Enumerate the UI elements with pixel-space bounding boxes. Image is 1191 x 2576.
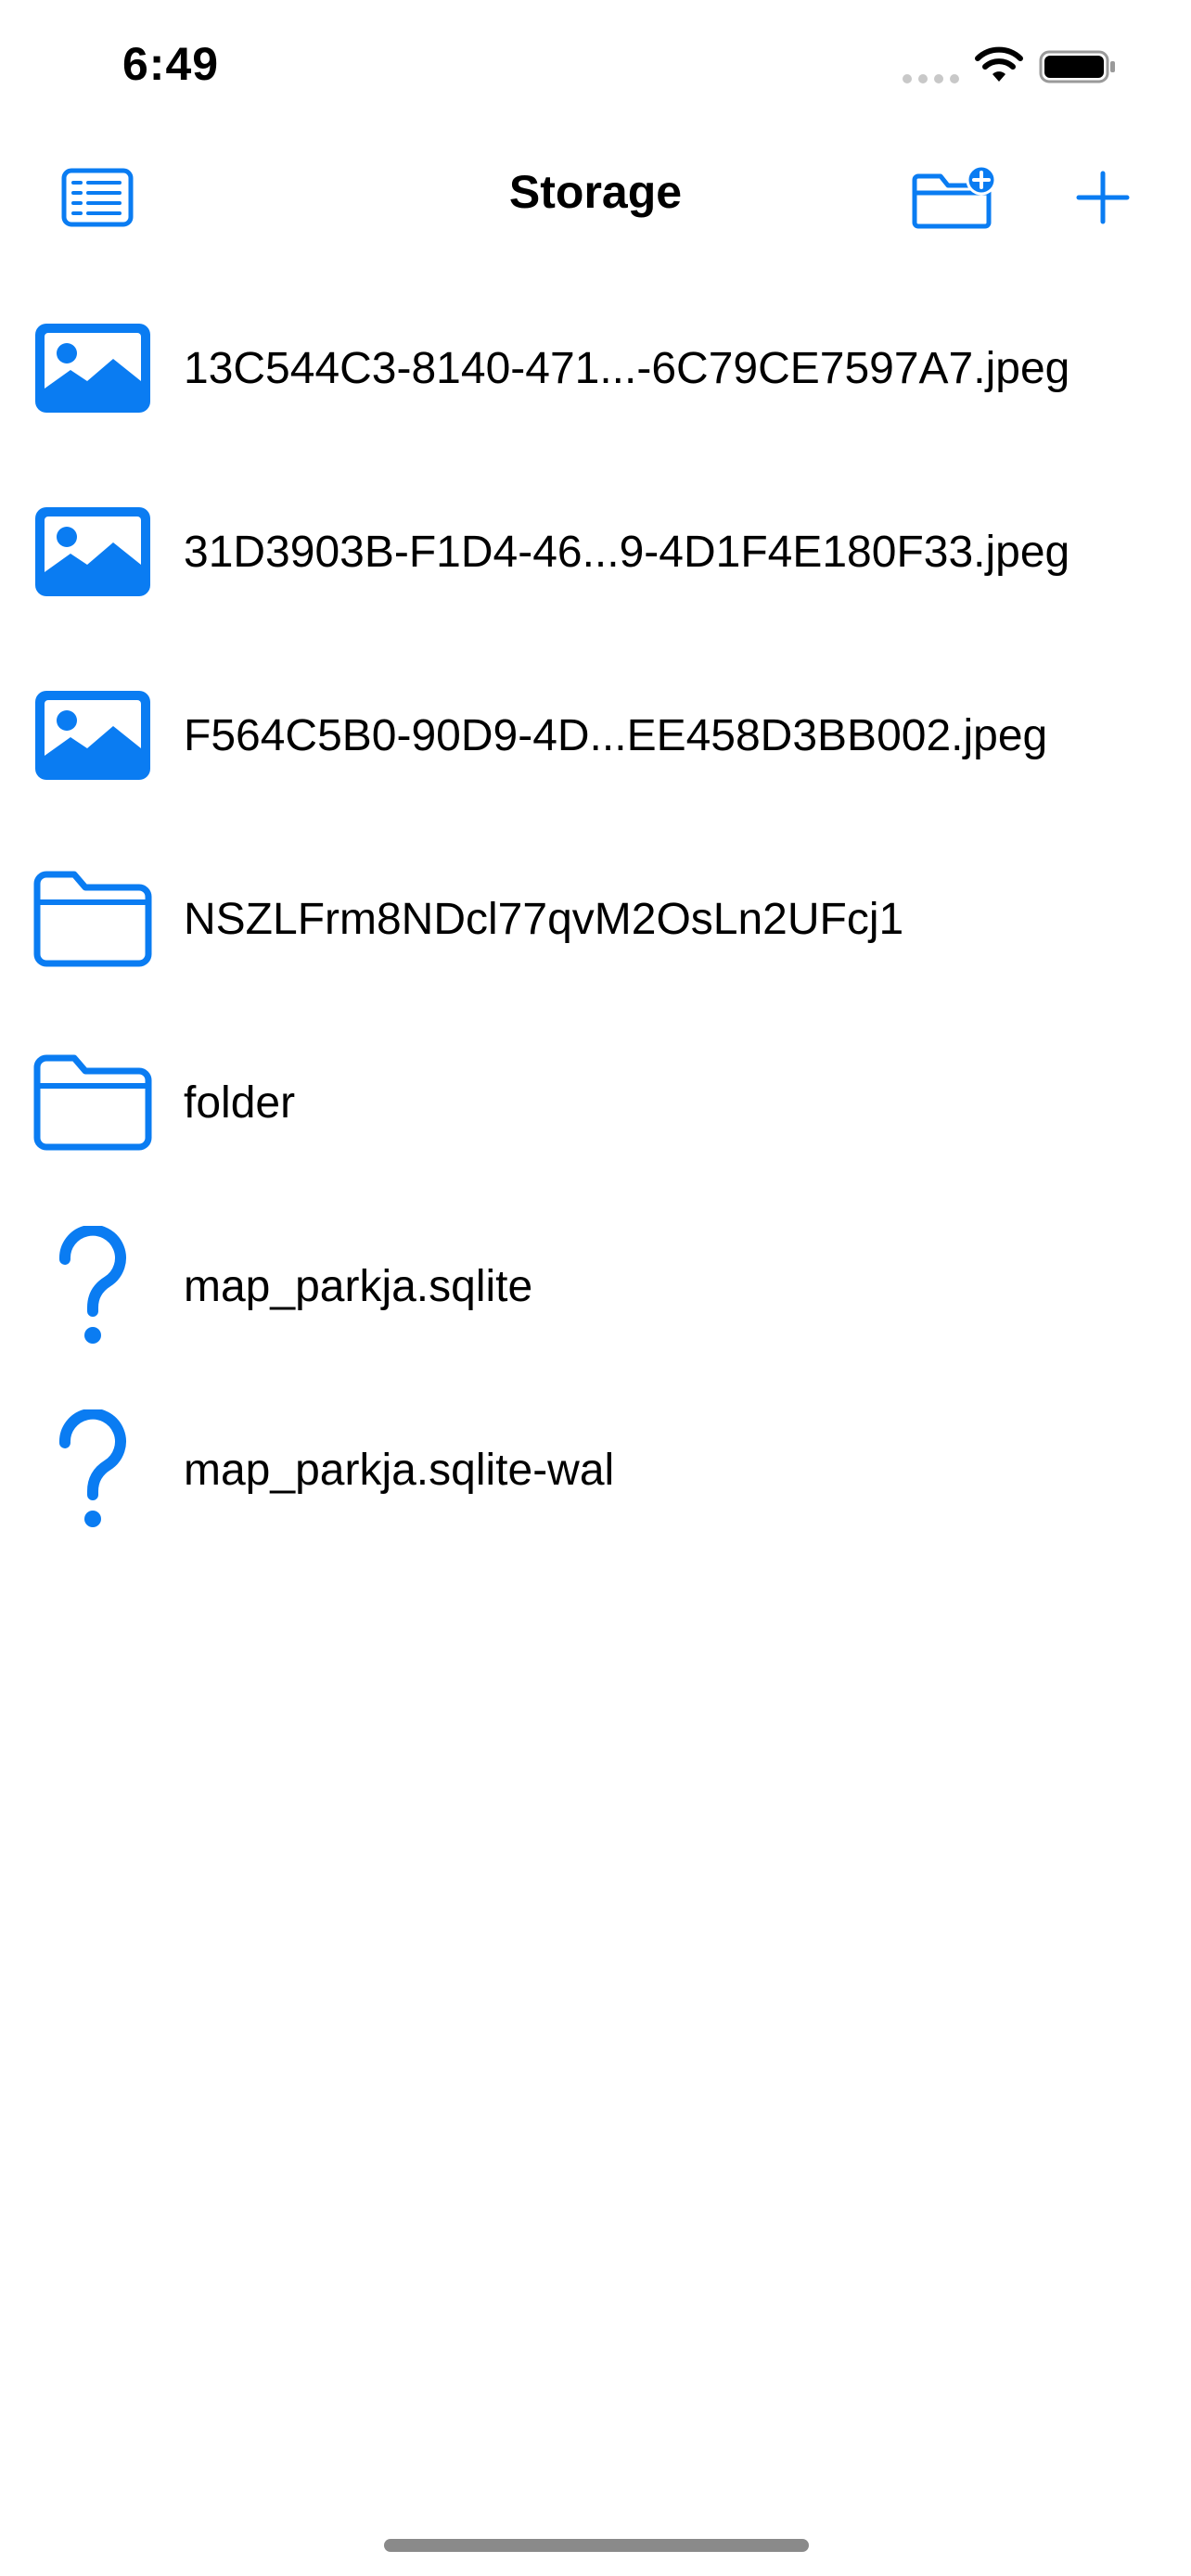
home-indicator[interactable] [384, 2539, 809, 2552]
file-name: NSZLFrm8NDcl77qvM2OsLn2UFcj1 [184, 894, 904, 944]
page-title: Storage [508, 166, 683, 218]
file-name: map_parkja.sqlite [184, 1261, 533, 1311]
file-name: 31D3903B-F1D4-46...9-4D1F4E180F33.jpeg [184, 527, 1070, 577]
photo-icon [35, 691, 150, 780]
question-icon [58, 1409, 126, 1527]
battery-icon [1039, 50, 1115, 83]
file-name: 13C544C3-8140-471...-6C79CE7597A7.jpeg [184, 343, 1070, 393]
list-item[interactable]: map_parkja.sqlite [0, 1194, 1191, 1378]
file-list: 13C544C3-8140-471...-6C79CE7597A7.jpeg 3… [0, 276, 1191, 1562]
new-folder-button[interactable] [904, 156, 1006, 239]
question-icon [58, 1226, 126, 1344]
file-name: F564C5B0-90D9-4D...EE458D3BB002.jpeg [184, 710, 1048, 760]
navigation-bar: Storage [0, 139, 1191, 250]
list-item[interactable]: 13C544C3-8140-471...-6C79CE7597A7.jpeg [0, 276, 1191, 460]
file-name: map_parkja.sqlite-wal [184, 1445, 615, 1495]
add-button[interactable] [1061, 156, 1145, 239]
status-time: 6:49 [122, 38, 220, 90]
folder-add-icon [912, 165, 997, 229]
list-item[interactable]: NSZLFrm8NDcl77qvM2OsLn2UFcj1 [0, 827, 1191, 1011]
photo-icon [35, 507, 150, 596]
cellular-signal-icon [903, 74, 959, 83]
wifi-icon [975, 46, 1023, 82]
list-item[interactable]: F564C5B0-90D9-4D...EE458D3BB002.jpeg [0, 644, 1191, 827]
status-bar: 6:49 [0, 0, 1191, 130]
file-name: folder [184, 1078, 296, 1128]
list-item[interactable]: map_parkja.sqlite-wal [0, 1378, 1191, 1562]
folder-icon [33, 871, 152, 967]
folder-icon [33, 1054, 152, 1151]
photo-icon [35, 324, 150, 413]
list-item[interactable]: 31D3903B-F1D4-46...9-4D1F4E180F33.jpeg [0, 460, 1191, 644]
list-item[interactable]: folder [0, 1011, 1191, 1194]
plus-icon [1076, 171, 1130, 224]
